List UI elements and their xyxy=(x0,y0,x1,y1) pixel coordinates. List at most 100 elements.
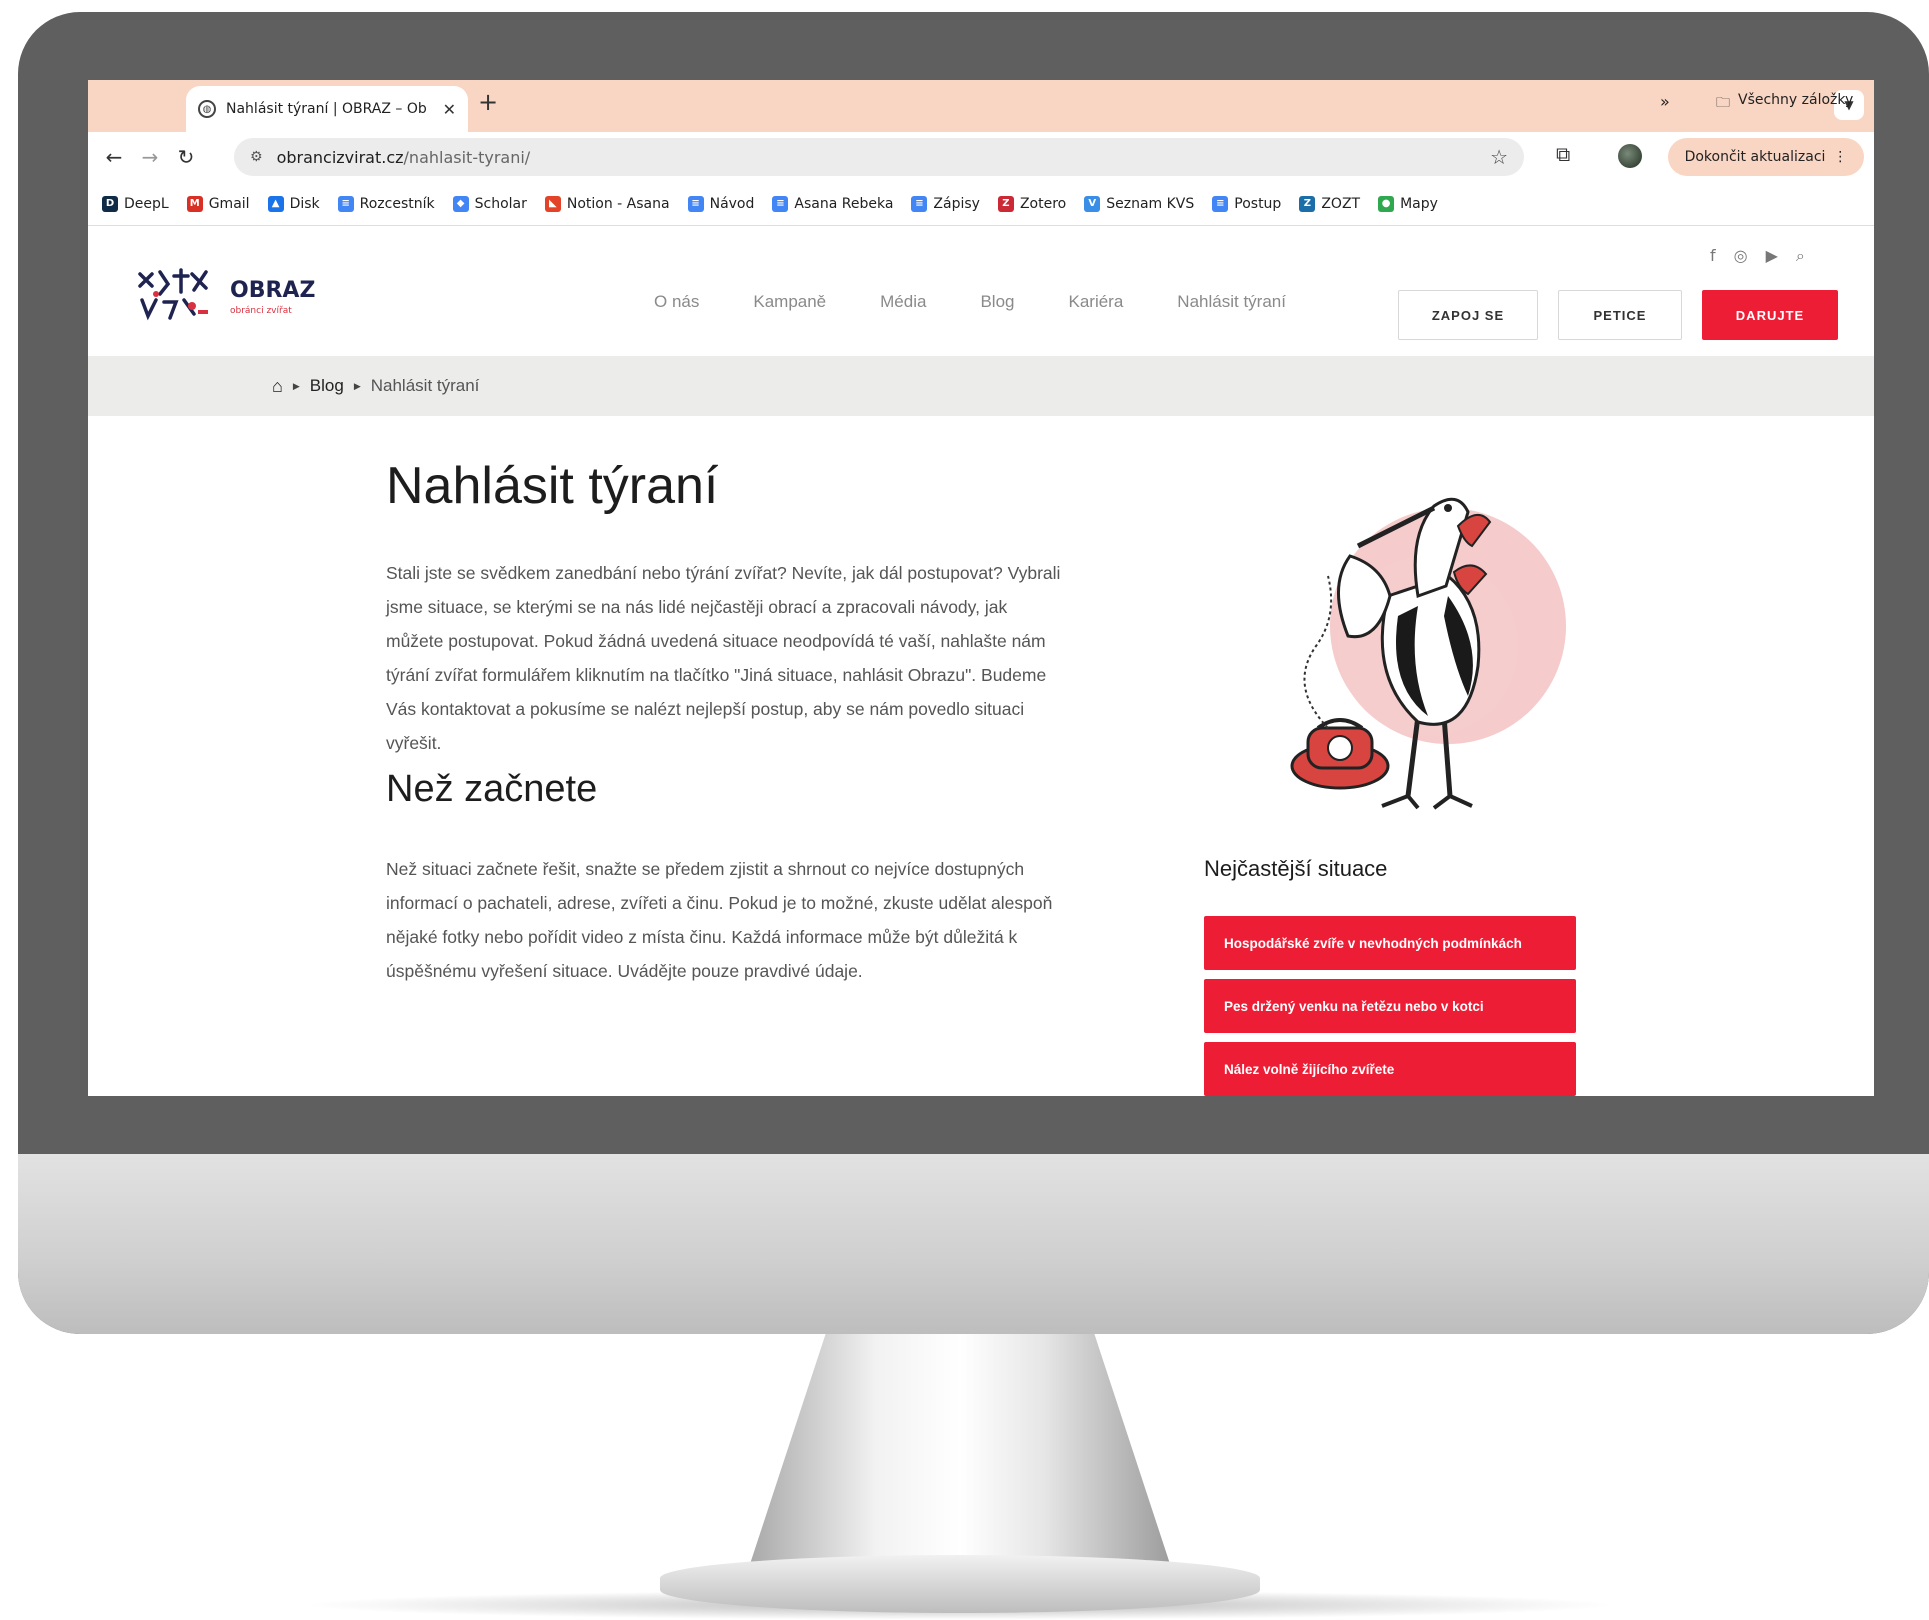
deepl-icon: D xyxy=(102,195,118,212)
bookmark-label: Seznam KVS xyxy=(1106,195,1195,212)
folder-icon: 🗀 xyxy=(1716,95,1730,111)
bookmark-item[interactable]: ▲ Disk xyxy=(267,195,320,212)
gmail-icon: M xyxy=(186,195,203,212)
globe-icon: ◍ xyxy=(198,100,216,118)
join-button[interactable]: ZAPOJ SE xyxy=(1398,290,1538,340)
docs-icon: ≡ xyxy=(911,195,928,212)
finish-update-button[interactable]: Dokončit aktualizaci ⋮ xyxy=(1668,138,1864,176)
nav-link-about[interactable]: O nás xyxy=(654,292,699,312)
petition-button[interactable]: PETICE xyxy=(1558,290,1682,340)
stork-telephone-illustration xyxy=(1290,497,1566,810)
drive-icon: ▲ xyxy=(267,195,284,212)
caret-right-icon: ▶ xyxy=(292,380,300,391)
bookmark-item[interactable]: ◣ Notion - Asana xyxy=(544,195,670,212)
logo-tagline: obránci zvířat xyxy=(230,306,292,316)
reload-icon[interactable]: ↻ xyxy=(168,145,204,169)
obraz-logo-icon[interactable] xyxy=(134,266,214,322)
youtube-icon[interactable]: ▶ xyxy=(1766,246,1778,266)
intro-paragraph: Stali jste se svědkem zanedbání nebo týr… xyxy=(386,563,1061,753)
bookmark-item[interactable]: D DeepL xyxy=(102,195,169,212)
mapy-icon: ● xyxy=(1378,195,1395,212)
v-icon: V xyxy=(1084,195,1101,212)
breadcrumb-current: Nahlásit týraní xyxy=(370,376,480,395)
back-arrow-icon[interactable]: ← xyxy=(96,145,132,169)
bookmarks-overflow-button[interactable]: » xyxy=(1660,92,1670,111)
nav-link-blog[interactable]: Blog xyxy=(980,292,1014,312)
bookmark-label: Disk xyxy=(289,195,320,212)
nav-link-campaigns[interactable]: Kampaně xyxy=(753,292,826,312)
situation-wild-animal-button[interactable]: Nález volně žijícího zvířete xyxy=(1204,1042,1576,1096)
profile-avatar[interactable] xyxy=(1618,144,1642,168)
search-icon[interactable]: ⌕ xyxy=(1796,246,1805,266)
nav-link-career[interactable]: Kariéra xyxy=(1068,292,1123,312)
social-links: f ◎ ▶ ⌕ xyxy=(1710,246,1805,266)
caret-right-icon: ▶ xyxy=(353,380,361,391)
monitor-stand-neck xyxy=(750,1334,1170,1564)
bookmarks-bar: D DeepL M Gmail ▲ Disk ≡ Rozcestník ◆ Scholar ◣ Not… xyxy=(88,182,1874,226)
docs-icon: ≡ xyxy=(337,195,354,212)
monitor-screen: ◍ Nahlásit týraní | OBRAZ – Ob ✕ + ▼ ← →… xyxy=(88,80,1874,1096)
page-title: Nahlásit týraní xyxy=(386,457,719,515)
extensions-icon[interactable]: ⧉ xyxy=(1556,142,1570,166)
scholar-icon: ◆ xyxy=(452,195,469,212)
logo-name[interactable]: OBRAZ xyxy=(230,278,315,303)
bookmark-item[interactable]: ≡ Asana Rebeka xyxy=(772,195,894,212)
breadcrumb: ⌂ ▶ Blog ▶ Nahlásit týraní xyxy=(88,356,1874,416)
bookmark-star-icon[interactable]: ☆ xyxy=(1490,145,1508,169)
situation-farm-animal-button[interactable]: Hospodářské zvíře v nevhodných podmínkác… xyxy=(1204,916,1576,970)
home-icon[interactable]: ⌂ xyxy=(272,376,283,397)
bookmark-item[interactable]: ≡ Postup xyxy=(1212,195,1282,212)
bookmark-label: Asana Rebeka xyxy=(794,195,894,212)
bookmark-item[interactable]: ● Mapy xyxy=(1378,195,1438,212)
monitor-chin xyxy=(18,1154,1929,1334)
bookmark-item[interactable]: ◆ Scholar xyxy=(452,195,527,212)
bookmark-item[interactable]: V Seznam KVS xyxy=(1084,195,1195,212)
monitor-stand-base xyxy=(660,1555,1260,1613)
before-you-start-paragraph: Než situaci začnete řešit, snažte se pře… xyxy=(386,859,1053,981)
gitlab-icon: ◣ xyxy=(544,195,561,212)
bookmark-label: Návod xyxy=(709,195,755,212)
all-bookmarks-button[interactable]: 🗀 Všechny záložky xyxy=(1716,92,1853,116)
main-content: Nahlásit týraní Stali jste se svědkem za… xyxy=(88,416,1874,1096)
docs-icon: ≡ xyxy=(1212,195,1229,212)
bookmark-label: Zotero xyxy=(1019,195,1067,212)
new-tab-button[interactable]: + xyxy=(478,88,498,116)
bookmark-label: Gmail xyxy=(208,195,250,212)
instagram-icon[interactable]: ◎ xyxy=(1734,246,1748,266)
bookmark-label: Zápisy xyxy=(933,195,980,212)
before-you-start-heading: Než začnete xyxy=(386,768,598,810)
forward-arrow-icon[interactable]: → xyxy=(132,145,168,169)
nav-link-media[interactable]: Média xyxy=(880,292,926,312)
frequent-situations-heading: Nejčastější situace xyxy=(1204,856,1388,881)
bookmark-item[interactable]: Z Zotero xyxy=(997,195,1067,212)
bookmark-item[interactable]: ≡ Rozcestník xyxy=(337,195,435,212)
address-bar[interactable]: ⚙ obrancizvirat.cz/nahlasit-tyrani/ ☆ xyxy=(234,138,1524,176)
browser-tab[interactable]: ◍ Nahlásit týraní | OBRAZ – Ob ✕ xyxy=(186,86,468,132)
facebook-icon[interactable]: f xyxy=(1710,246,1716,266)
breadcrumb-blog[interactable]: Blog xyxy=(310,376,344,396)
bookmark-label: Postup xyxy=(1234,195,1282,212)
docs-icon: ≡ xyxy=(772,195,789,212)
bookmark-label: Notion - Asana xyxy=(566,195,670,212)
zotero-icon: Z xyxy=(997,195,1014,212)
tab-title: Nahlásit týraní | OBRAZ – Ob xyxy=(226,101,427,117)
z-icon: Z xyxy=(1299,195,1316,212)
kebab-menu-icon: ⋮ xyxy=(1833,149,1848,165)
all-bookmarks-label: Všechny záložky xyxy=(1738,92,1854,108)
bookmark-item[interactable]: Z ZOZT xyxy=(1299,195,1361,212)
nav-link-report-abuse[interactable]: Nahlásit týraní xyxy=(1177,292,1286,312)
update-label: Dokončit aktualizaci xyxy=(1684,149,1826,165)
bookmark-label: Mapy xyxy=(1400,195,1438,212)
bookmark-label: ZOZT xyxy=(1321,195,1361,212)
situation-dog-chain-button[interactable]: Pes držený venku na řetězu nebo v kotci xyxy=(1204,979,1576,1033)
bookmark-label: Rozcestník xyxy=(359,195,435,212)
bookmark-item[interactable]: M Gmail xyxy=(186,195,250,212)
url-path: /nahlasit-tyrani/ xyxy=(403,147,531,167)
browser-toolbar: ← → ↻ ⚙ obrancizvirat.cz/nahlasit-tyrani… xyxy=(88,132,1874,182)
site-settings-icon[interactable]: ⚙ xyxy=(250,149,263,165)
bookmark-item[interactable]: ≡ Návod xyxy=(687,195,755,212)
browser-tab-strip: ◍ Nahlásit týraní | OBRAZ – Ob ✕ + ▼ xyxy=(88,80,1874,132)
bookmark-item[interactable]: ≡ Zápisy xyxy=(911,195,980,212)
donate-button[interactable]: DARUJTE xyxy=(1702,290,1838,340)
close-icon[interactable]: ✕ xyxy=(443,100,456,119)
